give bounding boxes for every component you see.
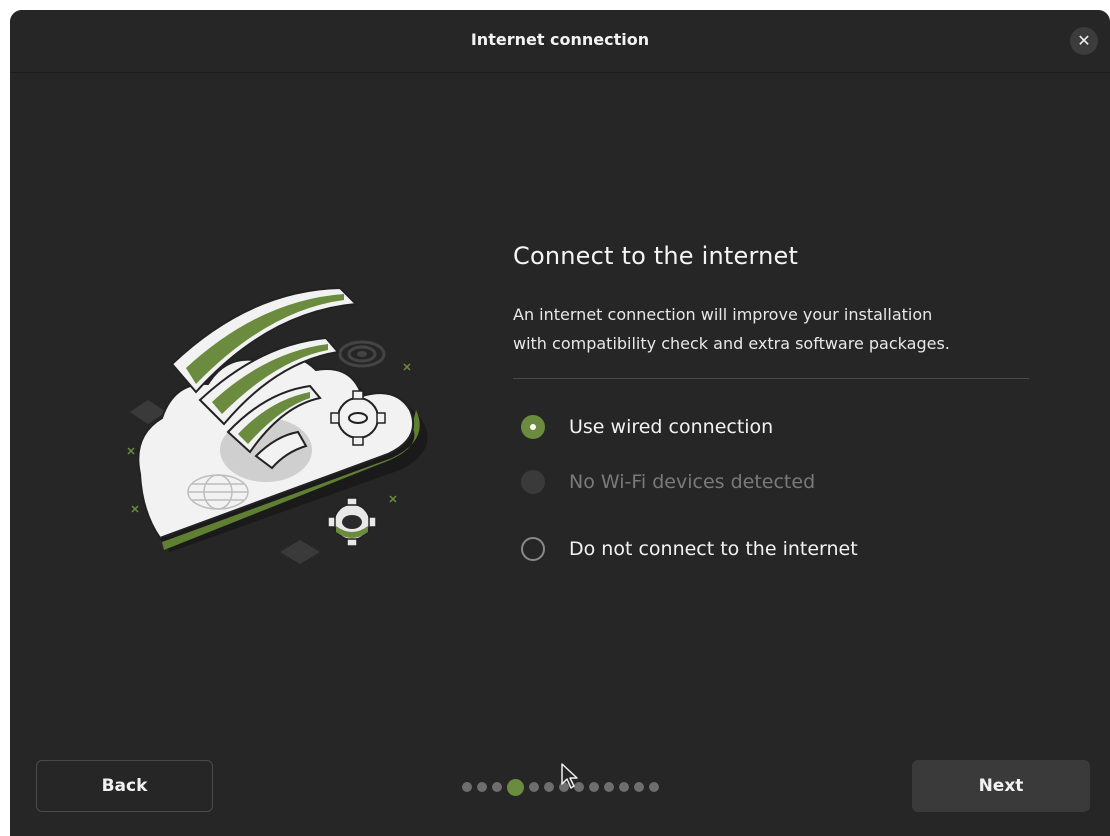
option-no-connection[interactable]: Do not connect to the internet xyxy=(513,535,1033,563)
step-dot xyxy=(589,782,599,792)
radio-wired-selected[interactable] xyxy=(521,415,545,439)
step-dot xyxy=(634,782,644,792)
step-dot xyxy=(529,782,539,792)
back-button[interactable]: Back xyxy=(36,760,213,812)
option-label-wifi: No Wi-Fi devices detected xyxy=(569,471,816,493)
step-dot xyxy=(604,782,614,792)
radio-no-connection[interactable] xyxy=(521,537,545,561)
step-dot xyxy=(619,782,629,792)
close-icon: ✕ xyxy=(1077,31,1091,50)
connection-options: Use wired connection No Wi-Fi devices de… xyxy=(513,413,1033,563)
step-dot xyxy=(462,782,472,792)
description-line-2: with compatibility check and extra softw… xyxy=(513,334,950,353)
description-line-1: An internet connection will improve your… xyxy=(513,305,933,324)
option-wifi: No Wi-Fi devices detected xyxy=(513,468,1033,496)
step-dot xyxy=(649,782,659,792)
divider xyxy=(513,378,1029,379)
mouse-cursor-icon xyxy=(561,763,578,789)
step-dot xyxy=(544,782,554,792)
main-content: Connect to the internet An internet conn… xyxy=(513,242,1033,563)
installer-window: Internet connection ✕ Connect to the int… xyxy=(10,10,1110,836)
close-button[interactable]: ✕ xyxy=(1070,27,1098,55)
step-dot xyxy=(492,782,502,792)
window-title: Internet connection xyxy=(470,30,650,49)
option-wired-connection[interactable]: Use wired connection xyxy=(513,413,1033,441)
page-description: An internet connection will improve your… xyxy=(513,300,1033,358)
step-dot-active xyxy=(507,778,524,796)
page-heading: Connect to the internet xyxy=(513,242,799,270)
title-bar: Internet connection ✕ xyxy=(10,10,1110,73)
option-label-no-connection: Do not connect to the internet xyxy=(569,538,858,560)
cloud-wifi-illustration xyxy=(127,286,428,564)
next-button[interactable]: Next xyxy=(912,760,1090,812)
step-dot xyxy=(477,782,487,792)
option-label-wired: Use wired connection xyxy=(569,416,774,438)
radio-wifi-disabled xyxy=(521,470,545,494)
